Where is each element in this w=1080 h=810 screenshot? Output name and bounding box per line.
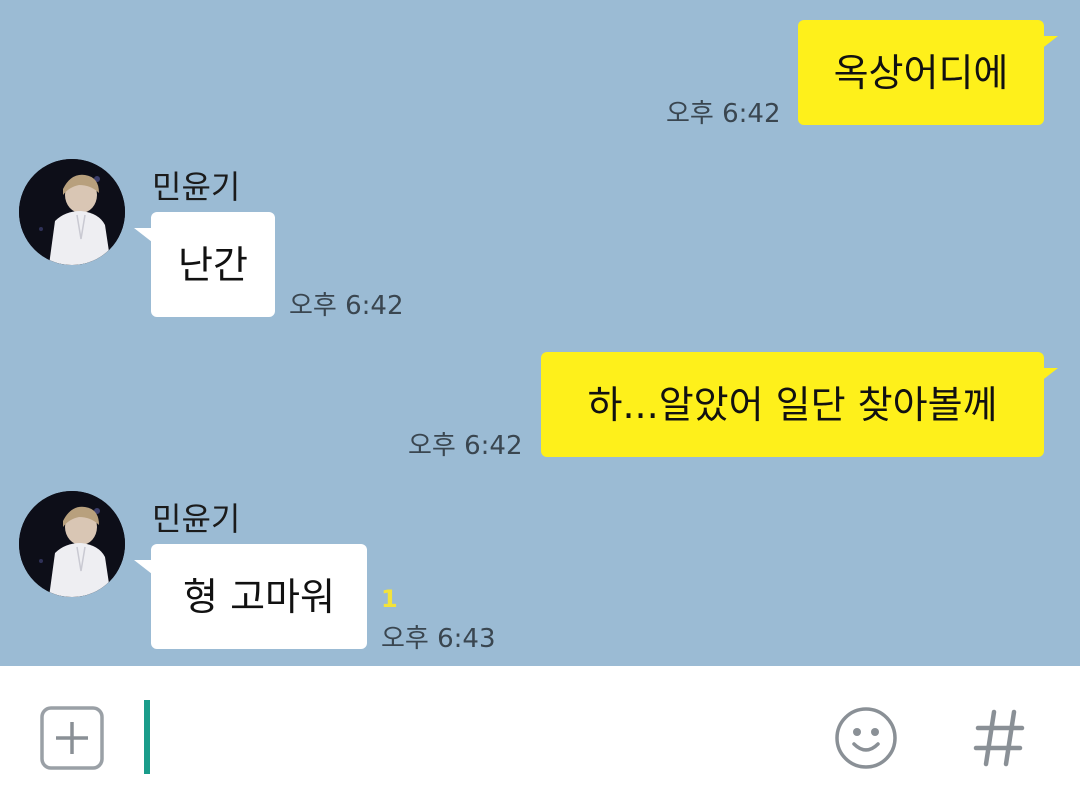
smiley-icon[interactable] xyxy=(834,706,898,770)
unread-count-badge: 1 xyxy=(381,585,398,613)
plus-square-icon[interactable] xyxy=(40,706,104,770)
message-time: 오후 6:42 xyxy=(408,431,523,461)
message-composer xyxy=(0,666,1080,810)
their-message-bubble[interactable]: 형 고마워 xyxy=(151,544,367,649)
avatar[interactable] xyxy=(19,491,125,597)
profile-photo xyxy=(19,491,125,597)
bubble-tail xyxy=(134,560,152,574)
their-message-bubble[interactable]: 난간 xyxy=(151,212,275,317)
sender-name: 민윤기 xyxy=(152,500,241,538)
bubble-tail xyxy=(1040,368,1058,382)
bubble-tail xyxy=(1040,36,1058,50)
avatar[interactable] xyxy=(19,159,125,265)
my-message-bubble[interactable]: 하...알았어 일단 찾아볼께 xyxy=(541,352,1044,457)
sender-name: 민윤기 xyxy=(152,168,241,206)
message-time: 오후 6:42 xyxy=(666,99,781,129)
hash-icon[interactable] xyxy=(972,706,1028,770)
bubble-tail xyxy=(134,228,152,242)
message-time: 오후 6:42 xyxy=(289,291,404,321)
message-time: 오후 6:43 xyxy=(381,624,496,654)
chat-area[interactable]: 오후 6:42 옥상어디에 민윤기 난간 오후 6:42 오후 6:42 하..… xyxy=(0,0,1080,666)
text-cursor xyxy=(144,700,150,774)
message-input[interactable] xyxy=(144,684,930,794)
profile-photo xyxy=(19,159,125,265)
my-message-bubble[interactable]: 옥상어디에 xyxy=(798,20,1044,125)
